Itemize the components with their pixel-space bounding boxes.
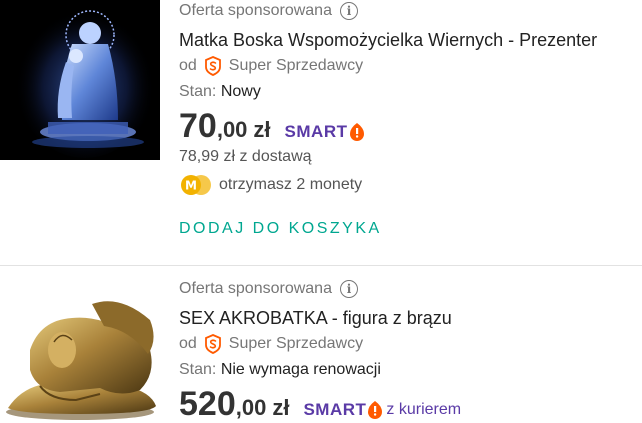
add-to-cart-button[interactable]: DODAJ DO KOSZYKA	[179, 220, 382, 238]
listing-card: Oferta sponsorowana i SEX AKROBATKA - fi…	[0, 266, 642, 423]
product-title[interactable]: SEX AKROBATKA - figura z brązu	[179, 308, 642, 329]
coins-info: M otrzymasz 2 monety	[179, 174, 642, 196]
product-image[interactable]	[0, 290, 160, 420]
sponsored-label: Oferta sponsorowana i	[179, 278, 642, 300]
bronze-figure-image	[0, 290, 160, 420]
product-image[interactable]	[0, 0, 160, 160]
seller-info: od Super Sprzedawcy	[179, 334, 364, 354]
listing-info: Oferta sponsorowana i Matka Boska Wspomo…	[179, 0, 642, 238]
svg-text:M: M	[185, 179, 197, 193]
price: 520,00 zł SMART z kurierem	[179, 385, 462, 423]
info-icon[interactable]: i	[339, 280, 358, 298]
coin-icon: M	[179, 174, 213, 196]
seller-name[interactable]: Super Sprzedawcy	[229, 335, 363, 353]
condition: Stan: Nowy	[179, 83, 261, 100]
delivery-price: 78,99 zł z dostawą	[179, 148, 312, 165]
listing-card: Oferta sponsorowana i Matka Boska Wspomo…	[0, 0, 642, 265]
info-icon[interactable]: i	[339, 2, 358, 20]
seller-info: od Super Sprzedawcy	[179, 56, 364, 76]
super-seller-icon	[203, 56, 223, 76]
smart-courier-label: z kurierem	[386, 401, 462, 418]
sponsored-label: Oferta sponsorowana i	[179, 0, 642, 22]
smart-badge: SMART	[285, 122, 365, 142]
smart-icon	[349, 122, 365, 142]
smart-badge: SMART z kurierem	[303, 400, 462, 420]
seller-name[interactable]: Super Sprzedawcy	[229, 57, 363, 75]
condition: Stan: Nie wymaga renowacji	[179, 361, 381, 378]
statue-image	[0, 0, 160, 160]
super-seller-icon	[203, 334, 223, 354]
price: 70,00 zł SMART	[179, 107, 642, 146]
smart-icon	[367, 400, 383, 420]
listing-info: Oferta sponsorowana i SEX AKROBATKA - fi…	[179, 278, 642, 423]
product-title[interactable]: Matka Boska Wspomożycielka Wiernych - Pr…	[179, 30, 642, 51]
